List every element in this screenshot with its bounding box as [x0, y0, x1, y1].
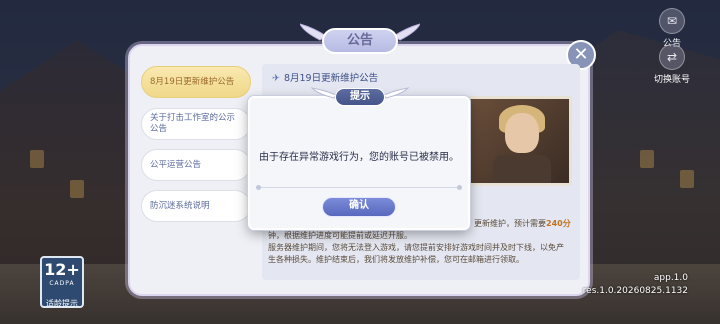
content-title-text: 8月19日更新维护公告 [283, 73, 379, 84]
tab-update-notice[interactable]: 8月19日更新维护公告 [141, 66, 251, 98]
dialog-divider [256, 185, 462, 190]
switch-account-icon: ⇄ [659, 44, 685, 70]
app-version: app.1.0 [653, 273, 688, 283]
content-title: ✈ 8月19日更新维护公告 [272, 70, 378, 84]
dialog-message: 由于存在异常游戏行为，您的账号已被禁用。 [259, 152, 459, 163]
res-version: res.1.0.20260825.1132 [582, 286, 688, 296]
announcement-button[interactable]: ✉ 公告 [652, 8, 692, 49]
switch-account-label: 切换账号 [653, 75, 690, 85]
body-line: 生各种损失。维护结束后，我们将发放维护补偿，您可在邮箱进行领取。 [268, 255, 524, 264]
panel-title: 公告 [322, 28, 398, 54]
announcement-character-image [466, 96, 572, 186]
version-info: app.1.0 res.1.0.20260825.1132 [583, 272, 688, 298]
tab-fair-operation[interactable]: 公平运营公告 [141, 149, 251, 181]
title-marker-icon: ✈ [272, 73, 280, 84]
age-rating-org: CADPA [49, 280, 75, 287]
switch-account-button[interactable]: ⇄ 切换账号 [652, 44, 692, 85]
age-rating-label: 适龄提示 [46, 299, 78, 308]
body-line: 钟，根据维护进度可能提前或延迟开服。 [268, 231, 412, 240]
notice-duration-text: 更新维护，预计需要240分 [474, 219, 571, 228]
tab-studio-crackdown[interactable]: 关于打击工作室的公示公告 [141, 108, 251, 140]
tab-anti-addiction[interactable]: 防沉迷系统说明 [141, 190, 251, 222]
body-line: 服务器维护期间，您将无法登入游戏，请您提前安排好游戏时间并及时下线，以免产 [268, 243, 564, 252]
dialog-title: 提示 [335, 88, 385, 106]
confirm-button[interactable]: 确认 [322, 197, 396, 217]
announcement-icon: ✉ [659, 8, 685, 34]
age-rating-number: 12+ [44, 260, 80, 279]
announcement-body: 钟，根据维护进度可能提前或延迟开服。 服务器维护期间，您将无法登入游戏，请您提前… [268, 230, 578, 266]
